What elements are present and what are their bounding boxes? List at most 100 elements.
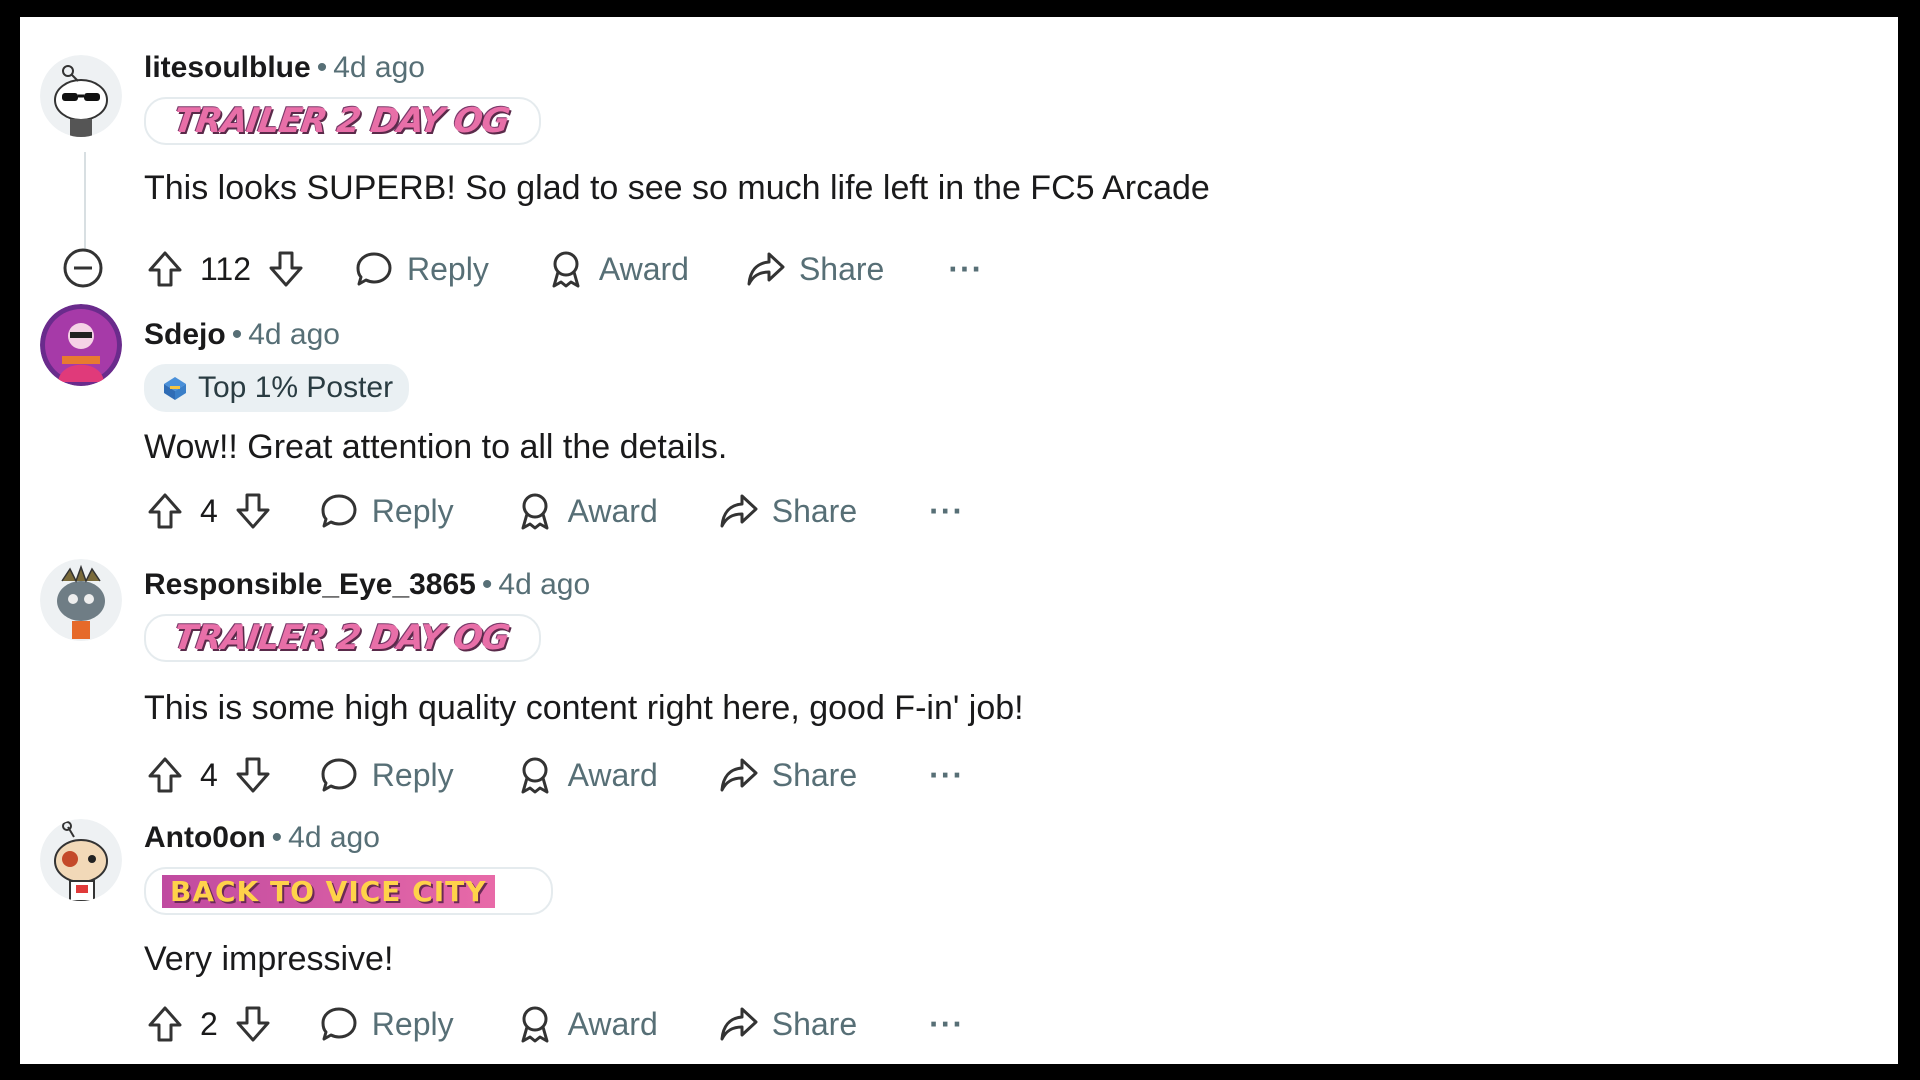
share-label: Share [771, 1005, 858, 1042]
vote-count: 4 [200, 492, 218, 529]
vote-count: 4 [200, 756, 218, 793]
comment-actions: 2 Reply Award Share ··· [144, 999, 964, 1049]
share-button[interactable]: Share [718, 490, 857, 532]
upvote-icon[interactable] [144, 754, 186, 796]
more-icon: ··· [929, 1005, 965, 1042]
reply-button[interactable]: Reply [353, 248, 489, 290]
user-flair: TRAILER 2 DAY OG [144, 97, 541, 145]
username[interactable]: litesoulblue [144, 51, 311, 84]
more-icon: ··· [929, 756, 965, 793]
reply-label: Reply [407, 250, 489, 287]
snoo-avatar-icon [40, 55, 122, 137]
comment-body: This looks SUPERB! So glad to see so muc… [144, 169, 1210, 207]
vote-group: 112 [144, 248, 307, 290]
vote-group: 4 [144, 754, 274, 796]
comment-actions: 4 Reply Award Share ··· [144, 486, 964, 536]
avatar-icon [40, 304, 122, 386]
thread-line[interactable] [84, 152, 86, 252]
flair-text: BACK TO VICE CITY [162, 874, 495, 908]
more-options-button[interactable]: ··· [929, 1006, 964, 1043]
reply-button[interactable]: Reply [318, 490, 454, 532]
comment-actions: 4 Reply Award Share ··· [144, 750, 964, 800]
downvote-icon[interactable] [232, 490, 274, 532]
flair-text: TRAILER 2 DAY OG [171, 101, 512, 141]
share-button[interactable]: Share [718, 754, 857, 796]
vote-count: 2 [200, 1005, 218, 1042]
award-label: Award [598, 250, 689, 287]
share-button[interactable]: Share [718, 1003, 857, 1045]
comment-body: Wow!! Great attention to all the details… [144, 428, 728, 466]
more-options-button[interactable]: ··· [948, 251, 983, 288]
comment-header: litesoulblue • 4d ago [144, 51, 425, 85]
award-icon [521, 493, 549, 530]
comment-bubble-icon [321, 758, 357, 792]
more-options-button[interactable]: ··· [929, 757, 964, 794]
share-label: Share [798, 250, 885, 287]
reply-button[interactable]: Reply [318, 1003, 454, 1045]
reply-label: Reply [371, 1005, 454, 1042]
avatar[interactable] [40, 55, 122, 137]
comment-bubble-icon [321, 494, 357, 528]
timestamp[interactable]: 4d ago [248, 318, 340, 351]
separator-dot: • [231, 318, 243, 351]
award-button[interactable]: Award [514, 490, 658, 532]
vote-group: 2 [144, 1003, 274, 1045]
share-label: Share [771, 756, 858, 793]
avatar[interactable] [40, 304, 122, 386]
comment-header: Sdejo • 4d ago [144, 318, 340, 352]
share-label: Share [771, 492, 858, 529]
comment-bubble-icon [321, 1007, 357, 1041]
downvote-icon[interactable] [232, 754, 274, 796]
reply-button[interactable]: Reply [318, 754, 454, 796]
share-icon [720, 494, 758, 528]
more-options-button[interactable]: ··· [929, 493, 964, 530]
reply-label: Reply [371, 492, 454, 529]
vote-group: 4 [144, 490, 274, 532]
award-icon [521, 1006, 549, 1043]
separator-dot: • [481, 568, 493, 601]
award-label: Award [567, 756, 658, 793]
top-poster-icon [164, 377, 186, 400]
award-icon [552, 251, 580, 288]
separator-dot: • [271, 821, 283, 854]
award-button[interactable]: Award [514, 754, 658, 796]
share-icon [747, 252, 785, 286]
more-icon: ··· [948, 250, 984, 287]
collapse-icon[interactable] [62, 247, 104, 289]
comment-thread: litesoulblue • 4d ago TRAILER 2 DAY OG Thi… [20, 17, 1898, 1064]
upvote-icon[interactable] [144, 248, 186, 290]
timestamp[interactable]: 4d ago [288, 821, 380, 854]
award-button[interactable]: Award [514, 1003, 658, 1045]
share-button[interactable]: Share [745, 248, 884, 290]
share-icon [720, 1007, 758, 1041]
comment-body: This is some high quality content right … [144, 689, 1024, 727]
username[interactable]: Anto0on [144, 821, 266, 854]
snoo-avatar-icon [40, 819, 122, 901]
robot-avatar-icon [40, 559, 122, 641]
award-button[interactable]: Award [545, 248, 689, 290]
timestamp[interactable]: 4d ago [498, 568, 590, 601]
downvote-icon[interactable] [232, 1003, 274, 1045]
award-label: Award [567, 1005, 658, 1042]
avatar[interactable] [40, 559, 122, 641]
award-label: Award [567, 492, 658, 529]
upvote-icon[interactable] [144, 490, 186, 532]
user-flair: Top 1% Poster [144, 364, 410, 412]
comment-header: Responsible_Eye_3865 • 4d ago [144, 568, 590, 602]
comment-bubble-icon [356, 252, 392, 286]
reply-label: Reply [371, 756, 454, 793]
comment-body: Very impressive! [144, 940, 394, 978]
separator-dot: • [316, 51, 328, 84]
upvote-icon[interactable] [144, 1003, 186, 1045]
flair-text: Top 1% Poster [198, 371, 394, 404]
timestamp[interactable]: 4d ago [333, 51, 425, 84]
more-icon: ··· [929, 492, 965, 529]
username[interactable]: Responsible_Eye_3865 [144, 568, 476, 601]
avatar[interactable] [40, 819, 122, 901]
share-icon [720, 758, 758, 792]
username[interactable]: Sdejo [144, 318, 226, 351]
flair-text: TRAILER 2 DAY OG [171, 618, 512, 658]
award-icon [521, 757, 549, 794]
comment-actions: 112 Reply Award Share ··· [144, 244, 983, 294]
downvote-icon[interactable] [265, 248, 307, 290]
